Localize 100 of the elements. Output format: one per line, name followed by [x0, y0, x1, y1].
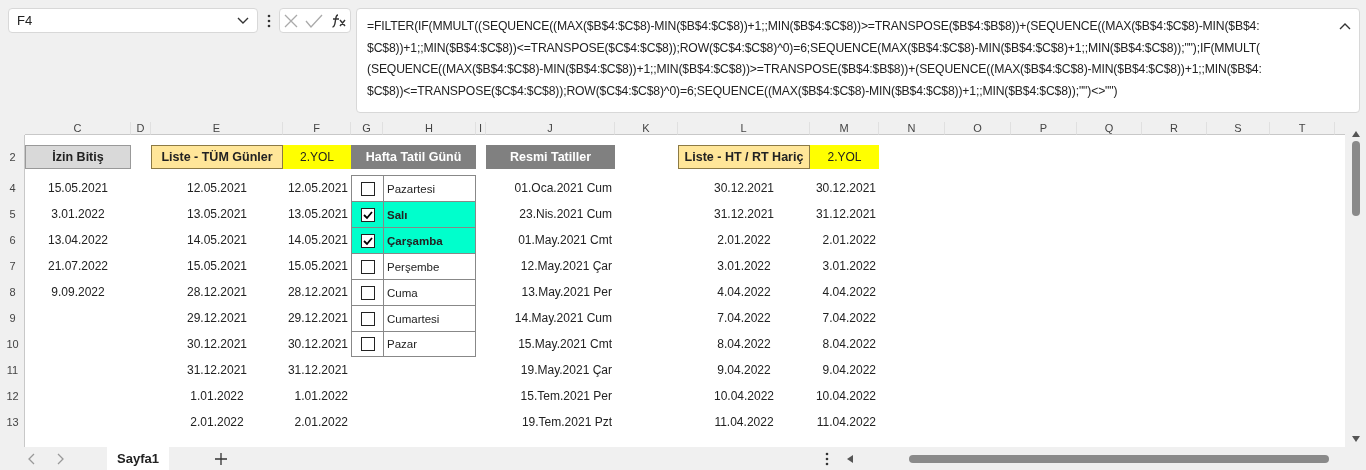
- table-cell-text: 1.01.2022: [189, 388, 245, 405]
- column-header[interactable]: N: [879, 122, 945, 135]
- column-header[interactable]: T: [1270, 122, 1335, 135]
- table-cell-text: 3.01.2022: [50, 206, 106, 223]
- column-heading: Liste - HT / RT Hariç: [678, 145, 810, 169]
- column-header[interactable]: I: [476, 122, 486, 135]
- column-header[interactable]: S: [1207, 122, 1270, 135]
- scroll-left-icon[interactable]: [846, 453, 854, 464]
- add-sheet-icon[interactable]: [214, 452, 227, 465]
- checkbox[interactable]: [360, 207, 375, 222]
- table-cell-text: 7.04.2022: [716, 310, 772, 327]
- table-cell-text: 31.12.2021: [185, 362, 249, 379]
- column-header[interactable]: H: [383, 122, 476, 135]
- column-header[interactable]: P: [1011, 122, 1077, 135]
- row-header[interactable]: 5: [0, 201, 25, 227]
- weekday-label: Çarşamba: [386, 233, 443, 249]
- scroll-thumb[interactable]: [909, 454, 1329, 463]
- table-cell-text: 29.12.2021: [185, 310, 249, 327]
- checkbox[interactable]: [360, 259, 375, 274]
- column-header[interactable]: Q: [1077, 122, 1142, 135]
- sheet-tab[interactable]: Sayfa1: [107, 447, 169, 470]
- table-cell-text: 21.07.2022: [46, 258, 110, 275]
- table-cell-text: 2.01.2022: [293, 414, 349, 431]
- weekday-label: Pazar: [386, 337, 418, 352]
- column-header[interactable]: D: [131, 122, 151, 135]
- table-cell-text: 12.05.2021: [286, 180, 349, 197]
- table-cell-text: 12.May.2021 Çar: [519, 258, 613, 275]
- row-header[interactable]: 8: [0, 279, 25, 305]
- column-header[interactable]: E: [151, 122, 283, 135]
- table-cell-text: 4.04.2022: [716, 284, 772, 301]
- table-cell-text: 2.01.2022: [189, 414, 245, 431]
- table-cell-text: 9.09.2022: [50, 284, 106, 301]
- table-cell-text: 12.05.2021: [185, 180, 249, 197]
- row-header[interactable]: 2: [0, 142, 25, 172]
- column-header[interactable]: J: [486, 122, 615, 135]
- row-header[interactable]: 9: [0, 305, 25, 331]
- row-header[interactable]: 13: [0, 409, 25, 435]
- table-cell-text: 13.05.2021: [286, 206, 349, 223]
- collapse-icon[interactable]: [1339, 22, 1351, 30]
- weekday-label: Cuma: [386, 285, 418, 301]
- column-heading: 2.YOL: [283, 145, 351, 169]
- column-header[interactable]: F: [283, 122, 351, 135]
- column-heading: 2.YOL: [810, 145, 879, 169]
- table-cell-text: 3.01.2022: [821, 258, 877, 275]
- table-cell-text: 11.04.2022: [713, 414, 775, 431]
- table-cell-text: 31.12.2021: [712, 206, 776, 223]
- table-cell-text: 31.12.2021: [814, 206, 877, 223]
- table-cell-text: 30.12.2021: [286, 336, 349, 353]
- column-header[interactable]: R: [1142, 122, 1207, 135]
- checkbox[interactable]: [360, 233, 375, 248]
- table-cell-text: 11.04.2022: [815, 414, 877, 431]
- row-header[interactable]: 4: [0, 175, 25, 201]
- column-header[interactable]: G: [351, 122, 383, 135]
- table-cell-text: 10.04.2022: [712, 388, 776, 405]
- table-cell-text: 30.12.2021: [814, 180, 877, 197]
- table-cell-text: 9.04.2022: [821, 362, 877, 379]
- row-header[interactable]: 7: [0, 253, 25, 279]
- checkbox[interactable]: [360, 181, 375, 196]
- caret-icon[interactable]: [237, 16, 249, 25]
- table-cell-text: 2.01.2022: [821, 232, 877, 249]
- table-cell-text: 1.01.2022: [293, 388, 349, 405]
- table-cell-text: 30.12.2021: [185, 336, 249, 353]
- column-header[interactable]: M: [810, 122, 879, 135]
- table-cell-text: 29.12.2021: [286, 310, 349, 327]
- more-icon[interactable]: [267, 14, 271, 28]
- scroll-down-icon[interactable]: [1350, 435, 1361, 443]
- scroll-up-icon[interactable]: [1350, 130, 1361, 138]
- table-cell-text: 13.05.2021: [185, 206, 249, 223]
- checkbox[interactable]: [360, 337, 375, 351]
- name-box[interactable]: F4: [8, 8, 258, 33]
- more-icon[interactable]: [825, 451, 829, 466]
- row-header[interactable]: 12: [0, 383, 25, 409]
- table-cell-text: 19.Tem.2021 Pzt: [520, 414, 613, 431]
- table-cell-text: 14.05.2021: [286, 232, 349, 249]
- row-header[interactable]: 10: [0, 331, 25, 357]
- scroll-thumb[interactable]: [1351, 141, 1360, 216]
- column-header[interactable]: O: [945, 122, 1011, 135]
- table-cell-text: 19.May.2021 Çar: [519, 362, 613, 379]
- table-cell-text: 9.04.2022: [716, 362, 772, 379]
- checkbox[interactable]: [360, 311, 375, 326]
- table-cell-text: 13.04.2022: [46, 232, 110, 249]
- table-cell-text: 15.May.2021 Cmt: [517, 336, 613, 353]
- table-cell-text: 31.12.2021: [286, 362, 349, 379]
- column-heading: İzin Bitiş: [25, 145, 131, 169]
- table-cell-text: 14.May.2021 Cum: [513, 310, 613, 327]
- table-cell-text: 15.05.2021: [286, 258, 349, 275]
- column-header[interactable]: L: [678, 122, 810, 135]
- table-cell-text: 01.May.2021 Cmt: [517, 232, 613, 249]
- row-header[interactable]: 6: [0, 227, 25, 253]
- checkbox[interactable]: [360, 285, 375, 300]
- weekday-label: Salı: [386, 207, 408, 223]
- column-header[interactable]: K: [615, 122, 678, 135]
- column-header[interactable]: C: [25, 122, 131, 135]
- row-header[interactable]: 11: [0, 357, 25, 383]
- weekday-label: Cumartesi: [386, 311, 440, 327]
- table-cell-text: 30.12.2021: [712, 180, 776, 197]
- weekday-label: Pazartesi: [386, 181, 435, 197]
- table-cell-text: 13.May.2021 Per: [520, 284, 613, 301]
- table-cell-text: 2.01.2022: [716, 232, 772, 249]
- formula-field[interactable]: =FILTER(IF(MMULT((SEQUENCE((MAX($B$4:$C$8)-MIN($B$4:$C$8))+1;;MIN($B$4:$C$8))>=TRANSPOSE($B$4:$B$8))+(SEQUENCE((MAX($B$4:$C$8)-MIN($B$4: $C$8))+1;;MIN($B$4:$C$8))<=TRANSPOSE($C$4:$C$8));ROW($C$4:$C$8)^0)=6;SEQUENCE(MAX($B$4:$C$8)-MIN($B$4:$C$8)+1;;MIN($B$4:$C$8));"");IF(MMULT( (SEQUENCE((MAX($B$4:$C$8)-MIN($B$4:$C$8))+1;;MIN($B$4:$C$8))>=TRANSPOSE($B$4:$B$8))+(SEQUENCE((MAX($B$4:$C$8)-MIN($B$4:$C$8))+1;;MIN($B$4: $C$8))<=TRANSPOSE($C$4:$C$8));ROW($C$4:$C$8)^0)=6;SEQUENCE((MAX($B$4:$C$8)-MIN($B$4:$C$8))+1;;MIN($B$4:$C$8));"")<>""): [356, 8, 1360, 113]
